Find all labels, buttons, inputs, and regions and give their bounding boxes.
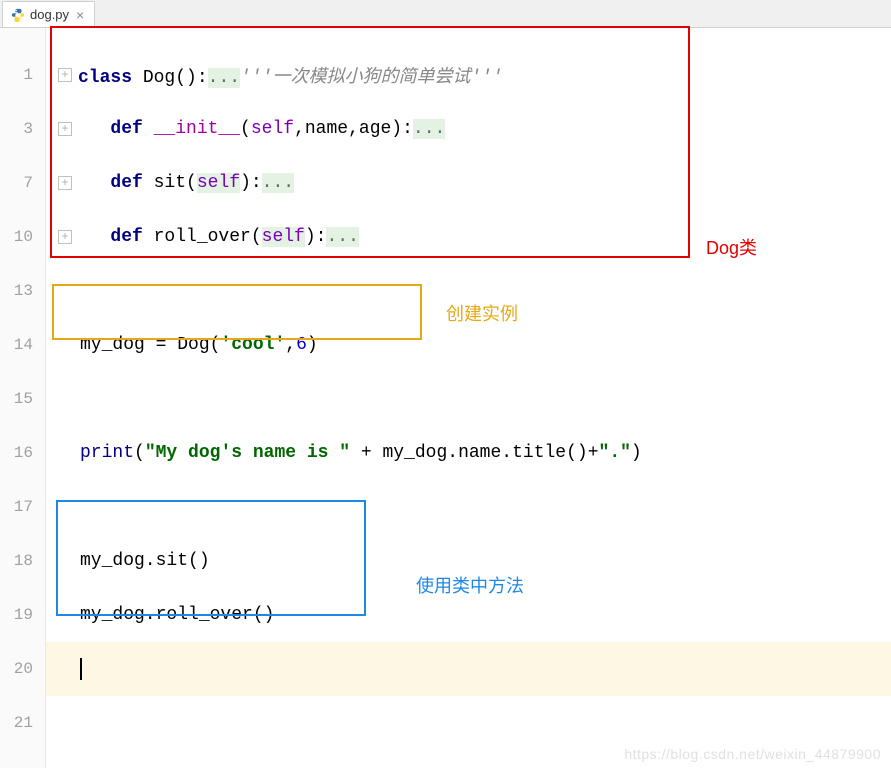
param-self: self xyxy=(262,227,305,247)
paren: ( xyxy=(240,119,251,139)
line-number: 3 xyxy=(0,102,45,156)
paren: ( xyxy=(134,443,145,463)
comma: , xyxy=(285,335,296,355)
string-literal: "My dog's name is " xyxy=(145,443,350,463)
close-icon[interactable]: × xyxy=(74,7,86,23)
roll-over-fn: roll_over xyxy=(154,227,251,247)
tab-bar: dog.py × xyxy=(0,0,891,28)
docstring: '''一次模拟小狗的简单尝试''' xyxy=(240,68,503,88)
gutter: 1 3 7 10 13 14 15 16 17 18 19 20 21 xyxy=(0,28,46,768)
string-literal: 'cool' xyxy=(220,335,285,355)
string-literal: "." xyxy=(599,443,631,463)
line-number: 19 xyxy=(0,588,45,642)
line-number: 16 xyxy=(0,426,45,480)
code-line: my_dog = Dog('cool',6) xyxy=(46,318,891,372)
line-number: 14 xyxy=(0,318,45,372)
annotation-label-methods: 使用类中方法 xyxy=(416,572,524,598)
fold-icon[interactable]: + xyxy=(58,176,72,190)
line-number: 13 xyxy=(0,264,45,318)
init-fn: __init__ xyxy=(154,119,240,139)
code-line-cursor[interactable] xyxy=(46,642,891,696)
concat: + my_dog.name.title()+ xyxy=(350,443,598,463)
class-name: Dog(): xyxy=(132,68,208,88)
keyword-def: def xyxy=(110,173,142,193)
keyword-def: def xyxy=(110,119,142,139)
line-number: 17 xyxy=(0,480,45,534)
code-line: + def __init__(self,name,age):... xyxy=(46,102,891,156)
fold-icon[interactable]: + xyxy=(58,122,72,136)
caret-icon xyxy=(80,658,82,680)
line-number: 21 xyxy=(0,696,45,750)
call-sit: my_dog.sit() xyxy=(80,551,210,571)
code-area[interactable]: + class Dog():...'''一次模拟小狗的简单尝试''' + def… xyxy=(46,28,891,768)
line-number: 15 xyxy=(0,372,45,426)
code-line xyxy=(46,480,891,534)
fold-ellipsis[interactable]: ... xyxy=(262,173,294,193)
keyword-class: class xyxy=(78,68,132,88)
watermark: https://blog.csdn.net/weixin_44879900 xyxy=(624,746,881,762)
keyword-def: def xyxy=(110,227,142,247)
code-line xyxy=(46,372,891,426)
fold-icon[interactable]: + xyxy=(58,68,72,82)
python-file-icon xyxy=(11,8,25,22)
tab-title: dog.py xyxy=(30,7,69,22)
fold-ellipsis[interactable]: ... xyxy=(326,227,358,247)
print-fn: print xyxy=(80,443,134,463)
number-literal: 6 xyxy=(296,335,307,355)
annotation-label-class: Dog类 xyxy=(706,234,757,260)
line-number: 7 xyxy=(0,156,45,210)
paren-close: ): xyxy=(240,173,262,193)
fold-icon[interactable]: + xyxy=(58,230,72,244)
params-rest: ,name,age): xyxy=(294,119,413,139)
line-number: 20 xyxy=(0,642,45,696)
code-line: + class Dog():...'''一次模拟小狗的简单尝试''' xyxy=(46,48,891,102)
paren-close: ) xyxy=(631,443,642,463)
code-line: + def sit(self):... xyxy=(46,156,891,210)
line-number: 1 xyxy=(0,48,45,102)
paren-close: ): xyxy=(305,227,327,247)
paren-close: ) xyxy=(307,335,318,355)
fold-ellipsis[interactable]: ... xyxy=(413,119,445,139)
file-tab[interactable]: dog.py × xyxy=(2,1,95,27)
fold-ellipsis[interactable]: ... xyxy=(208,68,240,88)
call-roll-over: my_dog.roll_over() xyxy=(80,605,274,625)
line-number: 10 xyxy=(0,210,45,264)
annotation-label-instance: 创建实例 xyxy=(446,300,518,326)
code-line: + def roll_over(self):... xyxy=(46,210,891,264)
editor: 1 3 7 10 13 14 15 16 17 18 19 20 21 + cl… xyxy=(0,28,891,768)
sit-fn: sit xyxy=(154,173,186,193)
inst-pre: my_dog = Dog( xyxy=(80,335,220,355)
param-self: self xyxy=(197,173,240,193)
line-number: 18 xyxy=(0,534,45,588)
code-line: print("My dog's name is " + my_dog.name.… xyxy=(46,426,891,480)
code-line xyxy=(46,696,891,750)
param-self: self xyxy=(251,119,294,139)
